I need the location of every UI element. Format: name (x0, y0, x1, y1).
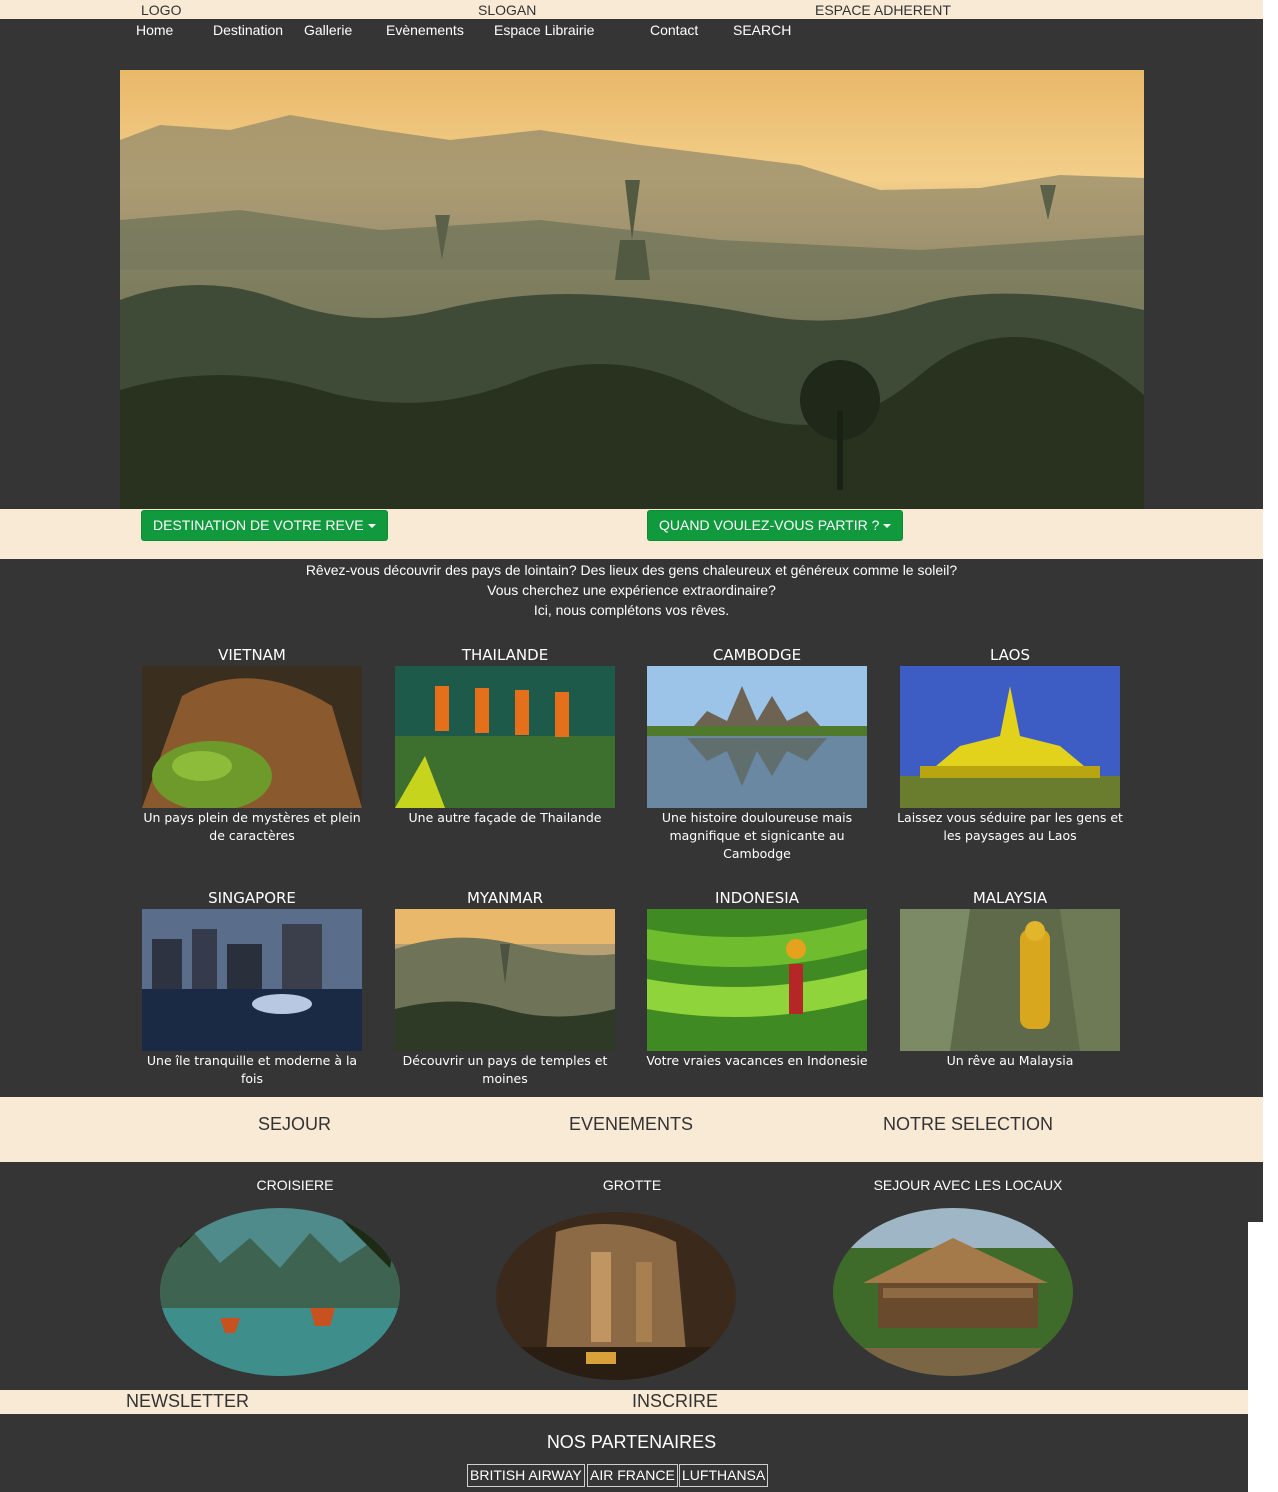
destination-description: Un rêve au Malaysia (946, 1053, 1074, 1068)
destination-image[interactable] (142, 909, 362, 1051)
destination-description: Une autre façade de Thailande (408, 810, 602, 825)
destination-image[interactable] (647, 666, 867, 808)
selection-locaux-image[interactable] (833, 1208, 1073, 1376)
intro-line: Rêvez-vous découvrir des pays de lointai… (305, 562, 958, 578)
nav-contact[interactable]: Contact (650, 22, 698, 38)
destination-title: SINGAPORE (208, 889, 296, 907)
destination-card-thailande[interactable]: THAILANDE Une autre façade de Thailande (385, 646, 625, 827)
destination-description: Découvrir un pays de temples et moines (402, 1053, 608, 1086)
destination-title: THAILANDE (461, 646, 549, 664)
tab-notre-selection[interactable]: NOTRE SELECTION (883, 1114, 1053, 1135)
destination-card-laos[interactable]: LAOS Laissez vous séduire par les gens e… (890, 646, 1130, 845)
selection-grotte-image[interactable] (496, 1212, 736, 1380)
section-tabs: SEJOUR EVENEMENTS NOTRE SELECTION (0, 1097, 1263, 1162)
caret-down-icon (367, 524, 376, 529)
intro-line: Ici, nous complétons vos rêves. (533, 602, 730, 618)
nav-library[interactable]: Espace Librairie (494, 22, 594, 38)
destination-card-singapore[interactable]: SINGAPORE Une île tranquille et moderne … (132, 889, 372, 1088)
partner-british-airway[interactable]: BRITISH AIRWAY (467, 1464, 585, 1487)
departure-dropdown-label: QUAND VOULEZ-VOUS PARTIR ? (659, 517, 880, 533)
logo[interactable]: LOGO (141, 2, 181, 18)
destination-description: Laissez vous séduire par les gens et les… (897, 810, 1123, 843)
nav-search[interactable]: SEARCH (733, 22, 791, 38)
destination-image[interactable] (395, 666, 615, 808)
destination-title: MYANMAR (466, 889, 544, 907)
destination-image[interactable] (647, 909, 867, 1051)
destination-dropdown-label: DESTINATION DE VOTRE REVE (153, 517, 364, 533)
destination-card-cambodge[interactable]: CAMBODGE Une histoire douloureuse mais m… (637, 646, 877, 863)
tab-sejour[interactable]: SEJOUR (258, 1114, 331, 1135)
nav-home[interactable]: Home (136, 22, 173, 38)
selection-croisiere-image[interactable] (160, 1208, 400, 1376)
selection-grotte-title-wrap: GROTTE (507, 1177, 757, 1193)
subscribe-button[interactable]: INSCRIRE (632, 1391, 718, 1412)
destination-card-vietnam[interactable]: VIETNAM Un pays plein de mystères et ple… (132, 646, 372, 845)
newsletter-bar: NEWSLETTER INSCRIRE (0, 1390, 1248, 1414)
destination-title: VIETNAM (218, 646, 286, 664)
destination-description: Votre vraies vacances en Indonesie (646, 1053, 868, 1068)
partner-air-france[interactable]: AIR FRANCE (587, 1464, 678, 1487)
right-edge (1248, 1222, 1263, 1492)
selection-title: CROISIERE (256, 1177, 334, 1193)
slogan: SLOGAN (478, 2, 537, 18)
main-nav: Home Destination Gallerie Evènements Esp… (0, 19, 1263, 45)
destination-image[interactable] (900, 909, 1120, 1051)
selection-locaux-title-wrap: SEJOUR AVEC LES LOCAUX (843, 1177, 1093, 1193)
hero-image (120, 70, 1144, 509)
destination-dropdown[interactable]: DESTINATION DE VOTRE REVE (141, 510, 388, 541)
destination-title: CAMBODGE (712, 646, 802, 664)
page: LOGO SLOGAN ESPACE ADHERENT Home Destina… (0, 0, 1263, 1492)
nav-events[interactable]: Evènements (386, 22, 464, 38)
top-bar: LOGO SLOGAN ESPACE ADHERENT (0, 0, 1263, 19)
selection-croisiere-title-wrap: CROISIERE (170, 1177, 420, 1193)
destination-description: Un pays plein de mystères et plein de ca… (143, 810, 361, 843)
destination-image[interactable] (900, 666, 1120, 808)
destination-image[interactable] (142, 666, 362, 808)
intro-line: Vous cherchez une expérience extraordina… (487, 582, 776, 598)
nav-destination[interactable]: Destination (213, 22, 283, 38)
destination-title: MALAYSIA (972, 889, 1048, 907)
destination-title: INDONESIA (715, 889, 799, 907)
newsletter-label: NEWSLETTER (126, 1391, 250, 1411)
filter-bar: DESTINATION DE VOTRE REVE QUAND VOULEZ-V… (0, 509, 1263, 559)
destination-card-myanmar[interactable]: MYANMAR Découvrir un pays de temples et … (385, 889, 625, 1088)
member-area-link[interactable]: ESPACE ADHERENT (815, 2, 951, 18)
destination-title: LAOS (989, 646, 1031, 664)
partner-lufthansa[interactable]: LUFTHANSA (679, 1464, 769, 1487)
intro-text: Rêvez-vous découvrir des pays de lointai… (0, 560, 1263, 620)
nav-gallery[interactable]: Gallerie (304, 22, 352, 38)
caret-down-icon (883, 524, 892, 529)
destination-card-indonesia[interactable]: INDONESIA Votre vraies vacances en Indon… (637, 889, 877, 1070)
partners-title: NOS PARTENAIRES (546, 1432, 717, 1452)
destination-image[interactable] (395, 909, 615, 1051)
tab-evenements[interactable]: EVENEMENTS (569, 1114, 693, 1135)
selection-title: GROTTE (602, 1177, 662, 1193)
selection-title: SEJOUR AVEC LES LOCAUX (873, 1177, 1063, 1193)
destination-description: Une histoire douloureuse mais magnifique… (661, 810, 853, 861)
departure-dropdown[interactable]: QUAND VOULEZ-VOUS PARTIR ? (647, 510, 904, 541)
destination-description: Une île tranquille et moderne à la fois (146, 1053, 358, 1086)
destination-card-malaysia[interactable]: MALAYSIA Un rêve au Malaysia (890, 889, 1130, 1070)
